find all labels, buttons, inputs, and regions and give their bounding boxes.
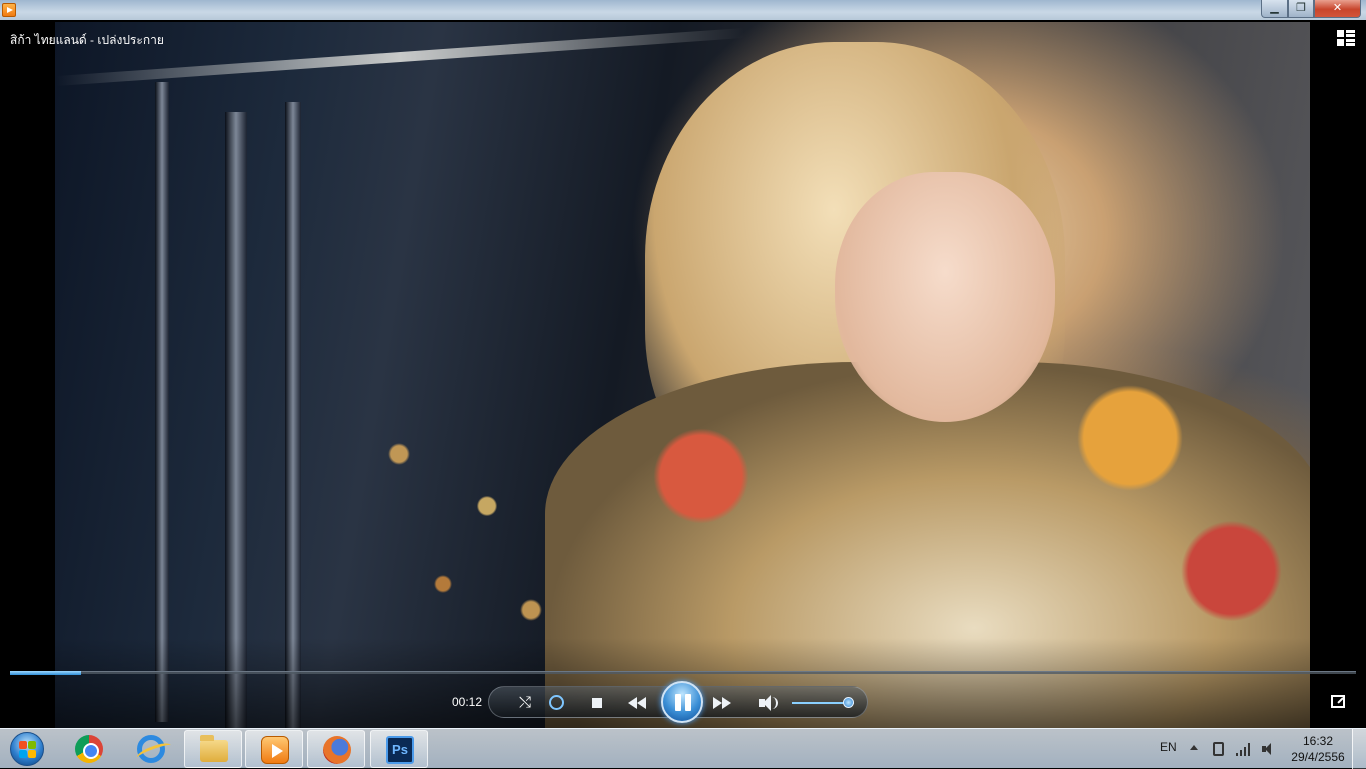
previous-button[interactable]	[628, 693, 654, 713]
video-scene-bokeh	[355, 402, 575, 662]
switch-to-library-icon[interactable]	[1337, 30, 1355, 46]
time-elapsed: 00:12	[452, 695, 483, 709]
minimize-button[interactable]: ▁	[1261, 0, 1288, 18]
taskbar-file-explorer[interactable]	[184, 730, 242, 768]
media-player-icon	[261, 736, 289, 764]
clock-time: 16:32	[1302, 734, 1334, 748]
show-desktop-button[interactable]	[1352, 729, 1366, 769]
playback-controls: ⤭	[488, 681, 868, 723]
device-tray-icon[interactable]	[1213, 742, 1224, 756]
seek-bar-progress	[10, 671, 82, 675]
taskbar-internet-explorer[interactable]	[122, 730, 180, 768]
volume-icon[interactable]	[1262, 742, 1276, 756]
taskbar-media-player[interactable]	[245, 730, 303, 768]
video-frame[interactable]	[55, 22, 1310, 728]
mute-icon[interactable]	[757, 693, 779, 713]
clock-date: 29/4/2556	[1291, 750, 1345, 764]
next-button[interactable]	[711, 693, 737, 713]
video-scene-car-pillar	[225, 112, 247, 728]
restore-button[interactable]: ❐	[1288, 0, 1314, 18]
volume-slider-thumb[interactable]	[842, 697, 854, 708]
taskbar-chrome[interactable]	[60, 730, 118, 768]
title-bar[interactable]: ▁ ❐ ✕	[0, 0, 1366, 20]
taskbar: Ps EN 16:32 29/4/2556	[0, 728, 1366, 769]
network-icon[interactable]	[1236, 742, 1252, 756]
start-button[interactable]	[3, 729, 51, 769]
shuffle-icon[interactable]: ⤭	[514, 693, 536, 713]
media-player-app-icon[interactable]	[2, 3, 16, 17]
video-scene-car-pillar	[285, 102, 301, 728]
taskbar-photoshop[interactable]: Ps	[370, 730, 428, 768]
photoshop-icon: Ps	[386, 736, 414, 764]
close-button[interactable]: ✕	[1314, 0, 1361, 18]
video-scene-car-pillar	[155, 82, 169, 722]
windows-logo-icon	[10, 732, 44, 766]
show-hidden-icons-icon[interactable]	[1190, 745, 1198, 750]
video-scene-face	[835, 172, 1055, 422]
repeat-icon[interactable]	[546, 693, 568, 713]
folder-icon	[200, 735, 228, 762]
volume-slider-fill	[792, 702, 848, 704]
video-title: สิก้า ไทยแลนด์ - เปล่งประกาย	[10, 33, 164, 47]
firefox-icon	[323, 736, 351, 764]
stop-button[interactable]	[586, 693, 608, 713]
language-indicator[interactable]: EN	[1160, 740, 1177, 754]
pause-button[interactable]	[661, 681, 703, 723]
internet-explorer-icon	[137, 735, 165, 763]
media-player-window: ▁ ❐ ✕ สิก้า ไทยแลนด์ - เปล่งประกาย 00:12…	[0, 0, 1366, 728]
seek-bar[interactable]	[10, 671, 1356, 675]
clock[interactable]: 16:32 29/4/2556	[1288, 733, 1348, 765]
fullscreen-icon[interactable]	[1331, 695, 1345, 708]
volume-slider[interactable]	[792, 697, 854, 708]
taskbar-firefox[interactable]	[307, 730, 365, 768]
chrome-icon	[75, 735, 103, 763]
